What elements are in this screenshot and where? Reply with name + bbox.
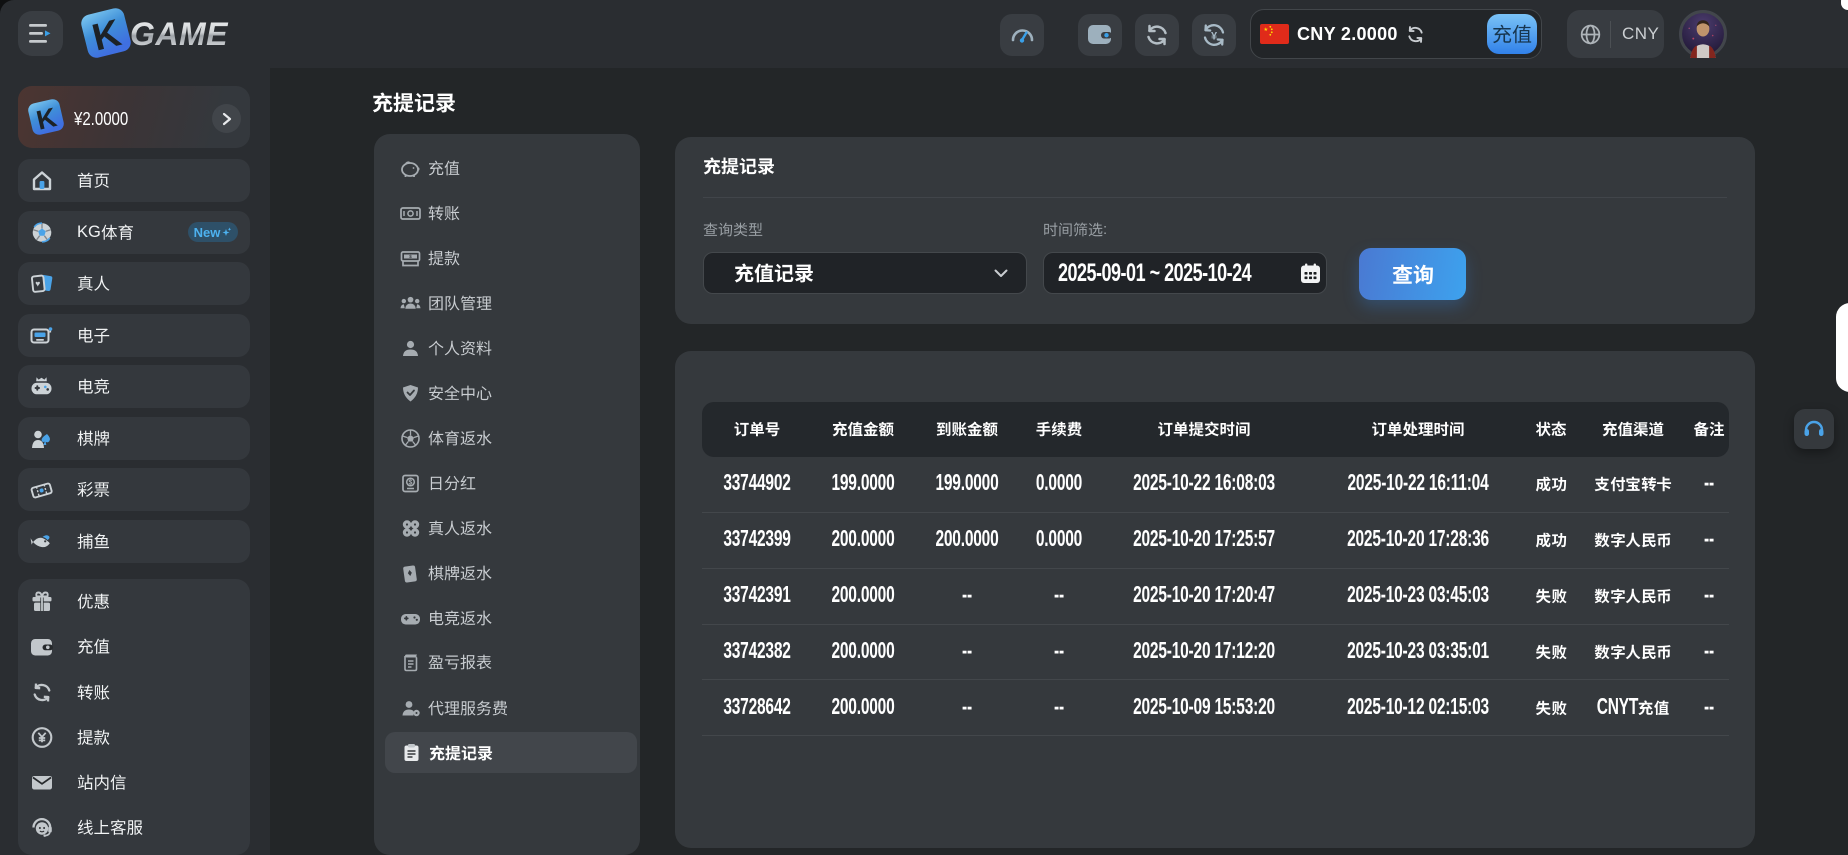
svg-text:♥: ♥	[35, 279, 40, 289]
svg-text:$: $	[409, 479, 413, 486]
svg-text:¥: ¥	[1211, 31, 1218, 43]
svg-text:GAME: GAME	[130, 16, 229, 52]
